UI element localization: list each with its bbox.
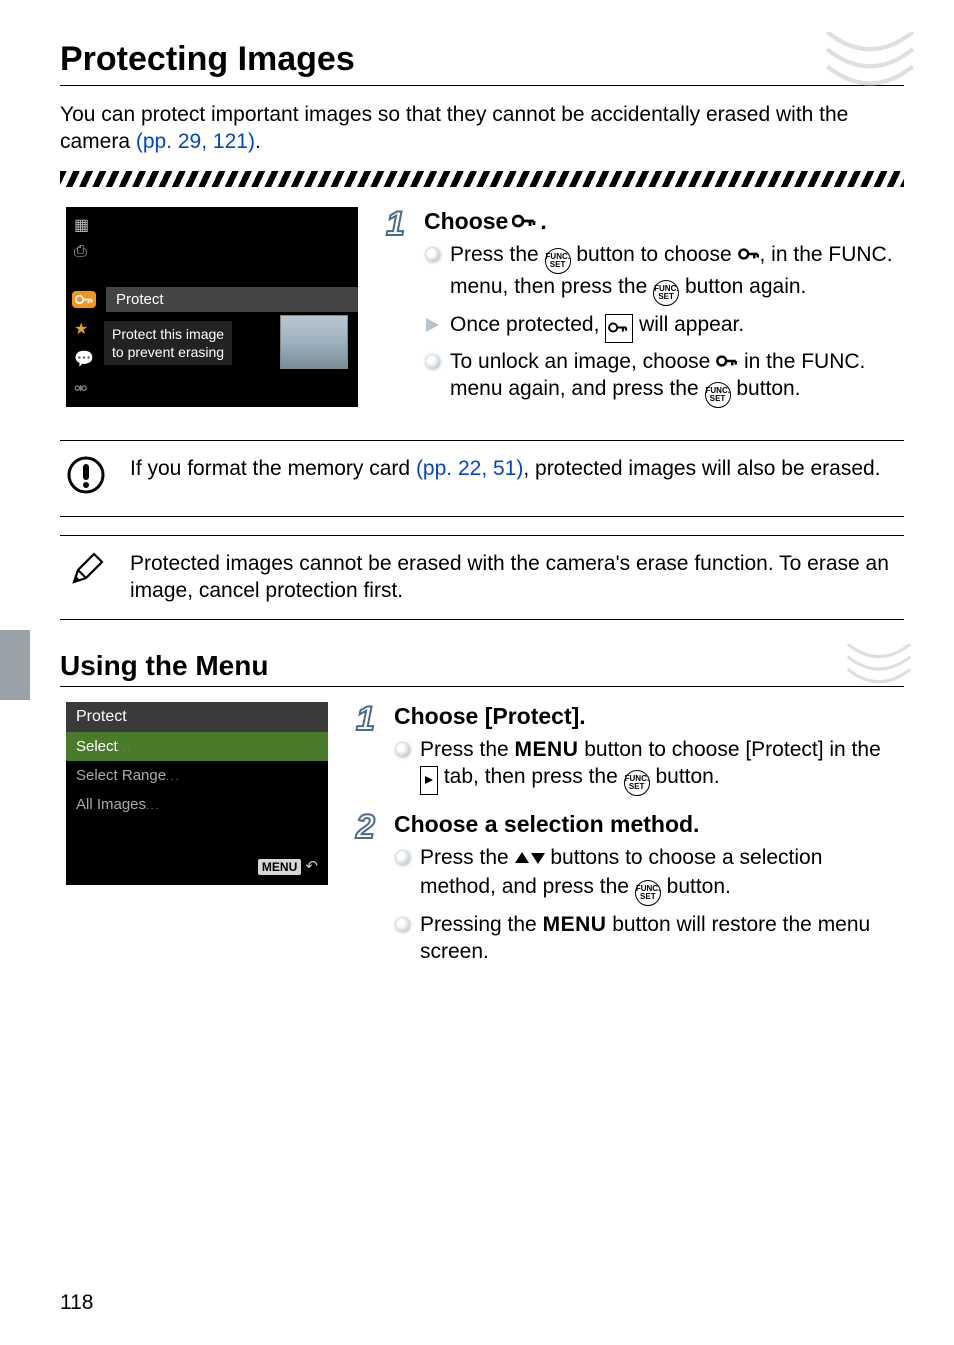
protect-key-icon: [738, 247, 760, 261]
protect-boxed-icon: [605, 314, 633, 343]
menu-item-all-images: All Images: [66, 790, 328, 819]
warning-callout: If you format the memory card (pp. 22, 5…: [60, 440, 904, 517]
menu-text-icon: MENU: [515, 738, 579, 761]
menu-item-select-range: Select Range: [66, 761, 328, 790]
corner-decoration-sub: [844, 644, 914, 688]
up-down-arrows-icon: [515, 847, 545, 874]
step1-bullet2: Once protected, will appear.: [424, 312, 904, 343]
page-number: 118: [60, 1291, 93, 1315]
page-ref-link[interactable]: (pp. 22, 51): [416, 457, 523, 480]
protect-menu-label: Protect: [106, 287, 358, 312]
func-set-icon: FUNC.SET: [635, 880, 661, 906]
step3-bullet2: Pressing the MENU button will restore th…: [394, 912, 904, 966]
playback-tab-icon: [420, 766, 438, 795]
intro-paragraph: You can protect important images so that…: [60, 101, 904, 156]
delete-icon: ⚮: [74, 379, 94, 399]
divider-hatch: [60, 171, 904, 187]
corner-decoration-top: [826, 32, 914, 92]
step3-title: Choose a selection method.: [394, 810, 904, 839]
step-number-1: 1: [386, 207, 418, 414]
step2-title: Choose [Protect].: [394, 702, 904, 731]
note-callout: Protected images cannot be erased with t…: [60, 535, 904, 620]
protect-key-icon: [716, 354, 738, 368]
protect-key-icon: [512, 213, 536, 229]
warning-icon: [66, 455, 108, 502]
protect-key-icon: [72, 291, 96, 308]
menu-text-icon: MENU: [543, 913, 607, 936]
camera-screenshot-func-menu: ▦ ⎙ Protect ★ 💬 ⚮ Protect this image to …: [66, 207, 358, 407]
camera-screenshot-protect-menu: Protect Select Select Range All Images M…: [66, 702, 328, 885]
menu-item-select: Select: [66, 732, 328, 761]
subheading-using-menu: Using the Menu: [60, 650, 904, 687]
print-icon: ⎙: [74, 243, 89, 261]
side-tab: [0, 630, 30, 700]
page-ref-link[interactable]: (pp. 29, 121): [136, 130, 255, 153]
menu-header: Protect: [66, 702, 328, 732]
step2-bullet1: Press the MENU button to choose [Protect…: [394, 737, 904, 796]
func-set-icon: FUNC.SET: [545, 248, 571, 274]
speech-icon: 💬: [74, 349, 94, 369]
func-set-icon: FUNC.SET: [705, 382, 731, 408]
step-number-2: 2: [356, 810, 388, 972]
step1-bullet1: Press the FUNC.SET button to choose , in…: [424, 242, 904, 306]
desc-line2: to prevent erasing: [112, 343, 224, 361]
func-set-icon: FUNC.SET: [624, 770, 650, 796]
pencil-icon: [66, 550, 108, 597]
func-set-icon: FUNC.SET: [653, 280, 679, 306]
desc-line1: Protect this image: [112, 325, 224, 343]
star-icon: ★: [74, 319, 94, 339]
step-number-1b: 1: [356, 702, 388, 802]
menu-button-label: MENU: [258, 859, 301, 875]
page-title: Protecting Images: [60, 40, 904, 86]
step3-bullet1: Press the buttons to choose a selection …: [394, 845, 904, 906]
step1-bullet3: To unlock an image, choose in the FUNC. …: [424, 349, 904, 408]
thumbnail: [280, 315, 348, 369]
slideshow-icon: ▦: [74, 215, 89, 235]
step1-title: Choose .: [424, 207, 904, 236]
